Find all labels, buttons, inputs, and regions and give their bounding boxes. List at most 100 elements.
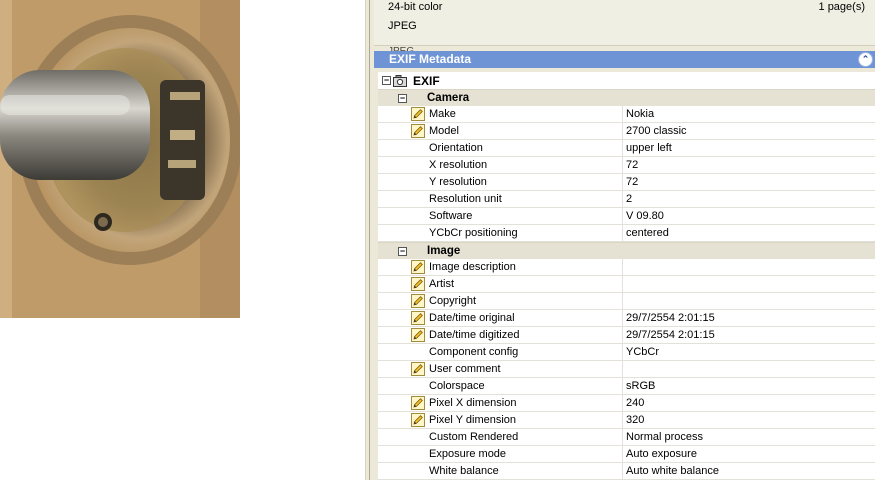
image-preview xyxy=(0,0,240,318)
row-gutter xyxy=(378,106,410,122)
property-row[interactable]: Artist xyxy=(378,276,875,293)
property-row[interactable]: Copyright xyxy=(378,293,875,310)
property-name: YCbCr positioning xyxy=(429,225,623,241)
property-name: Copyright xyxy=(429,293,623,309)
property-name: X resolution xyxy=(429,157,623,173)
page-count-text: 1 page(s) xyxy=(818,1,865,13)
exif-metadata-header[interactable]: EXIF Metadata ⌃ xyxy=(374,51,875,68)
property-row[interactable]: User comment xyxy=(378,361,875,378)
property-value: centered xyxy=(626,227,669,239)
property-name: Exposure mode xyxy=(429,446,623,462)
property-row[interactable]: Pixel Y dimension 320 xyxy=(378,412,875,429)
property-name: Colorspace xyxy=(429,378,623,394)
row-gutter xyxy=(378,208,410,224)
row-gutter xyxy=(378,446,410,462)
property-value: upper left xyxy=(626,142,672,154)
row-gutter xyxy=(378,157,410,173)
property-name: Model xyxy=(429,123,623,139)
row-gutter xyxy=(378,174,410,190)
property-row[interactable]: Colorspace sRGB xyxy=(378,378,875,395)
property-name: Custom Rendered xyxy=(429,429,623,445)
property-row[interactable]: YCbCr positioning centered xyxy=(378,225,875,242)
property-row[interactable]: Custom Rendered Normal process xyxy=(378,429,875,446)
color-format-text: 24-bit color xyxy=(388,1,443,13)
property-value: Auto white balance xyxy=(626,465,719,477)
row-gutter xyxy=(378,429,410,445)
property-row[interactable]: Exposure mode Auto exposure xyxy=(378,446,875,463)
row-gutter xyxy=(378,378,410,394)
edit-pencil-icon[interactable] xyxy=(411,362,425,376)
tree-group-label: Image xyxy=(427,245,461,257)
edit-pencil-icon[interactable] xyxy=(411,413,425,427)
row-gutter xyxy=(378,412,410,428)
property-row[interactable]: Make Nokia xyxy=(378,106,875,123)
section-title: EXIF Metadata xyxy=(389,52,472,66)
property-value[interactable]: 29/7/2554 2:01:15 xyxy=(626,327,875,343)
property-value[interactable]: 29/7/2554 2:01:15 xyxy=(626,310,875,326)
row-gutter xyxy=(378,259,410,275)
property-name: Date/time digitized xyxy=(429,327,623,343)
collapse-toggle-icon[interactable]: − xyxy=(382,76,391,85)
property-value[interactable]: Nokia xyxy=(626,106,875,122)
row-gutter xyxy=(378,225,410,241)
tree-root-label: EXIF xyxy=(413,73,440,88)
edit-pencil-icon[interactable] xyxy=(411,107,425,121)
property-value[interactable]: 2700 classic xyxy=(626,123,875,139)
property-row[interactable]: Image description xyxy=(378,259,875,276)
edit-pencil-icon[interactable] xyxy=(411,396,425,410)
image-info-box: 24-bit color 1 page(s) JPEG xyxy=(374,0,875,46)
property-name: Artist xyxy=(429,276,623,292)
property-name: White balance xyxy=(429,463,623,479)
row-gutter xyxy=(378,276,410,292)
property-row[interactable]: Date/time digitized 29/7/2554 2:01:15 xyxy=(378,327,875,344)
property-name: Pixel X dimension xyxy=(429,395,623,411)
property-row[interactable]: Y resolution 72 xyxy=(378,174,875,191)
property-row[interactable]: X resolution 72 xyxy=(378,157,875,174)
row-gutter xyxy=(378,191,410,207)
tree-root-exif[interactable]: − EXIF xyxy=(378,72,875,89)
property-row[interactable]: Model 2700 classic xyxy=(378,123,875,140)
property-value: sRGB xyxy=(626,380,656,392)
property-row[interactable]: White balance Auto white balance xyxy=(378,463,875,480)
property-value[interactable] xyxy=(626,276,875,292)
row-gutter xyxy=(378,293,410,309)
property-row[interactable]: Date/time original 29/7/2554 2:01:15 xyxy=(378,310,875,327)
property-value: 72 xyxy=(626,159,639,171)
file-type-text: JPEG xyxy=(388,20,417,32)
tree-group-image[interactable]: − Image xyxy=(378,242,875,259)
property-name: Component config xyxy=(429,344,623,360)
property-name: Date/time original xyxy=(429,310,623,326)
property-value[interactable] xyxy=(626,361,875,377)
property-row[interactable]: Resolution unit 2 xyxy=(378,191,875,208)
edit-pencil-icon[interactable] xyxy=(411,311,425,325)
property-row[interactable]: Orientation upper left xyxy=(378,140,875,157)
property-name: Pixel Y dimension xyxy=(429,412,623,428)
property-row[interactable]: Component config YCbCr xyxy=(378,344,875,361)
row-gutter xyxy=(378,361,410,377)
property-value: Auto exposure xyxy=(626,448,697,460)
edit-pencil-icon[interactable] xyxy=(411,277,425,291)
row-gutter xyxy=(378,327,410,343)
property-name: Make xyxy=(429,106,623,122)
exif-tree: − EXIF − Camera Make Nokia Model 2700 classic… xyxy=(378,72,875,480)
edit-pencil-icon[interactable] xyxy=(411,294,425,308)
edit-pencil-icon[interactable] xyxy=(411,328,425,342)
collapse-toggle-icon[interactable]: − xyxy=(398,246,407,256)
property-row[interactable]: Pixel X dimension 240 xyxy=(378,395,875,412)
edit-pencil-icon[interactable] xyxy=(411,260,425,274)
property-value: 2 xyxy=(626,193,633,205)
property-name: Y resolution xyxy=(429,174,623,190)
property-value[interactable]: 320 xyxy=(626,412,875,428)
property-name: Image description xyxy=(429,259,623,275)
property-value[interactable] xyxy=(626,259,875,275)
property-row[interactable]: Software V 09.80 xyxy=(378,208,875,225)
property-value[interactable] xyxy=(626,293,875,309)
property-value[interactable]: 240 xyxy=(626,395,875,411)
tree-group-camera[interactable]: − Camera xyxy=(378,89,875,106)
double-chevron-up-icon[interactable]: ⌃ xyxy=(858,52,873,67)
edit-pencil-icon[interactable] xyxy=(411,124,425,138)
collapse-toggle-icon[interactable]: − xyxy=(398,93,407,103)
tree-group-label: Camera xyxy=(427,92,470,104)
row-gutter xyxy=(378,463,410,479)
property-name: Resolution unit xyxy=(429,191,623,207)
